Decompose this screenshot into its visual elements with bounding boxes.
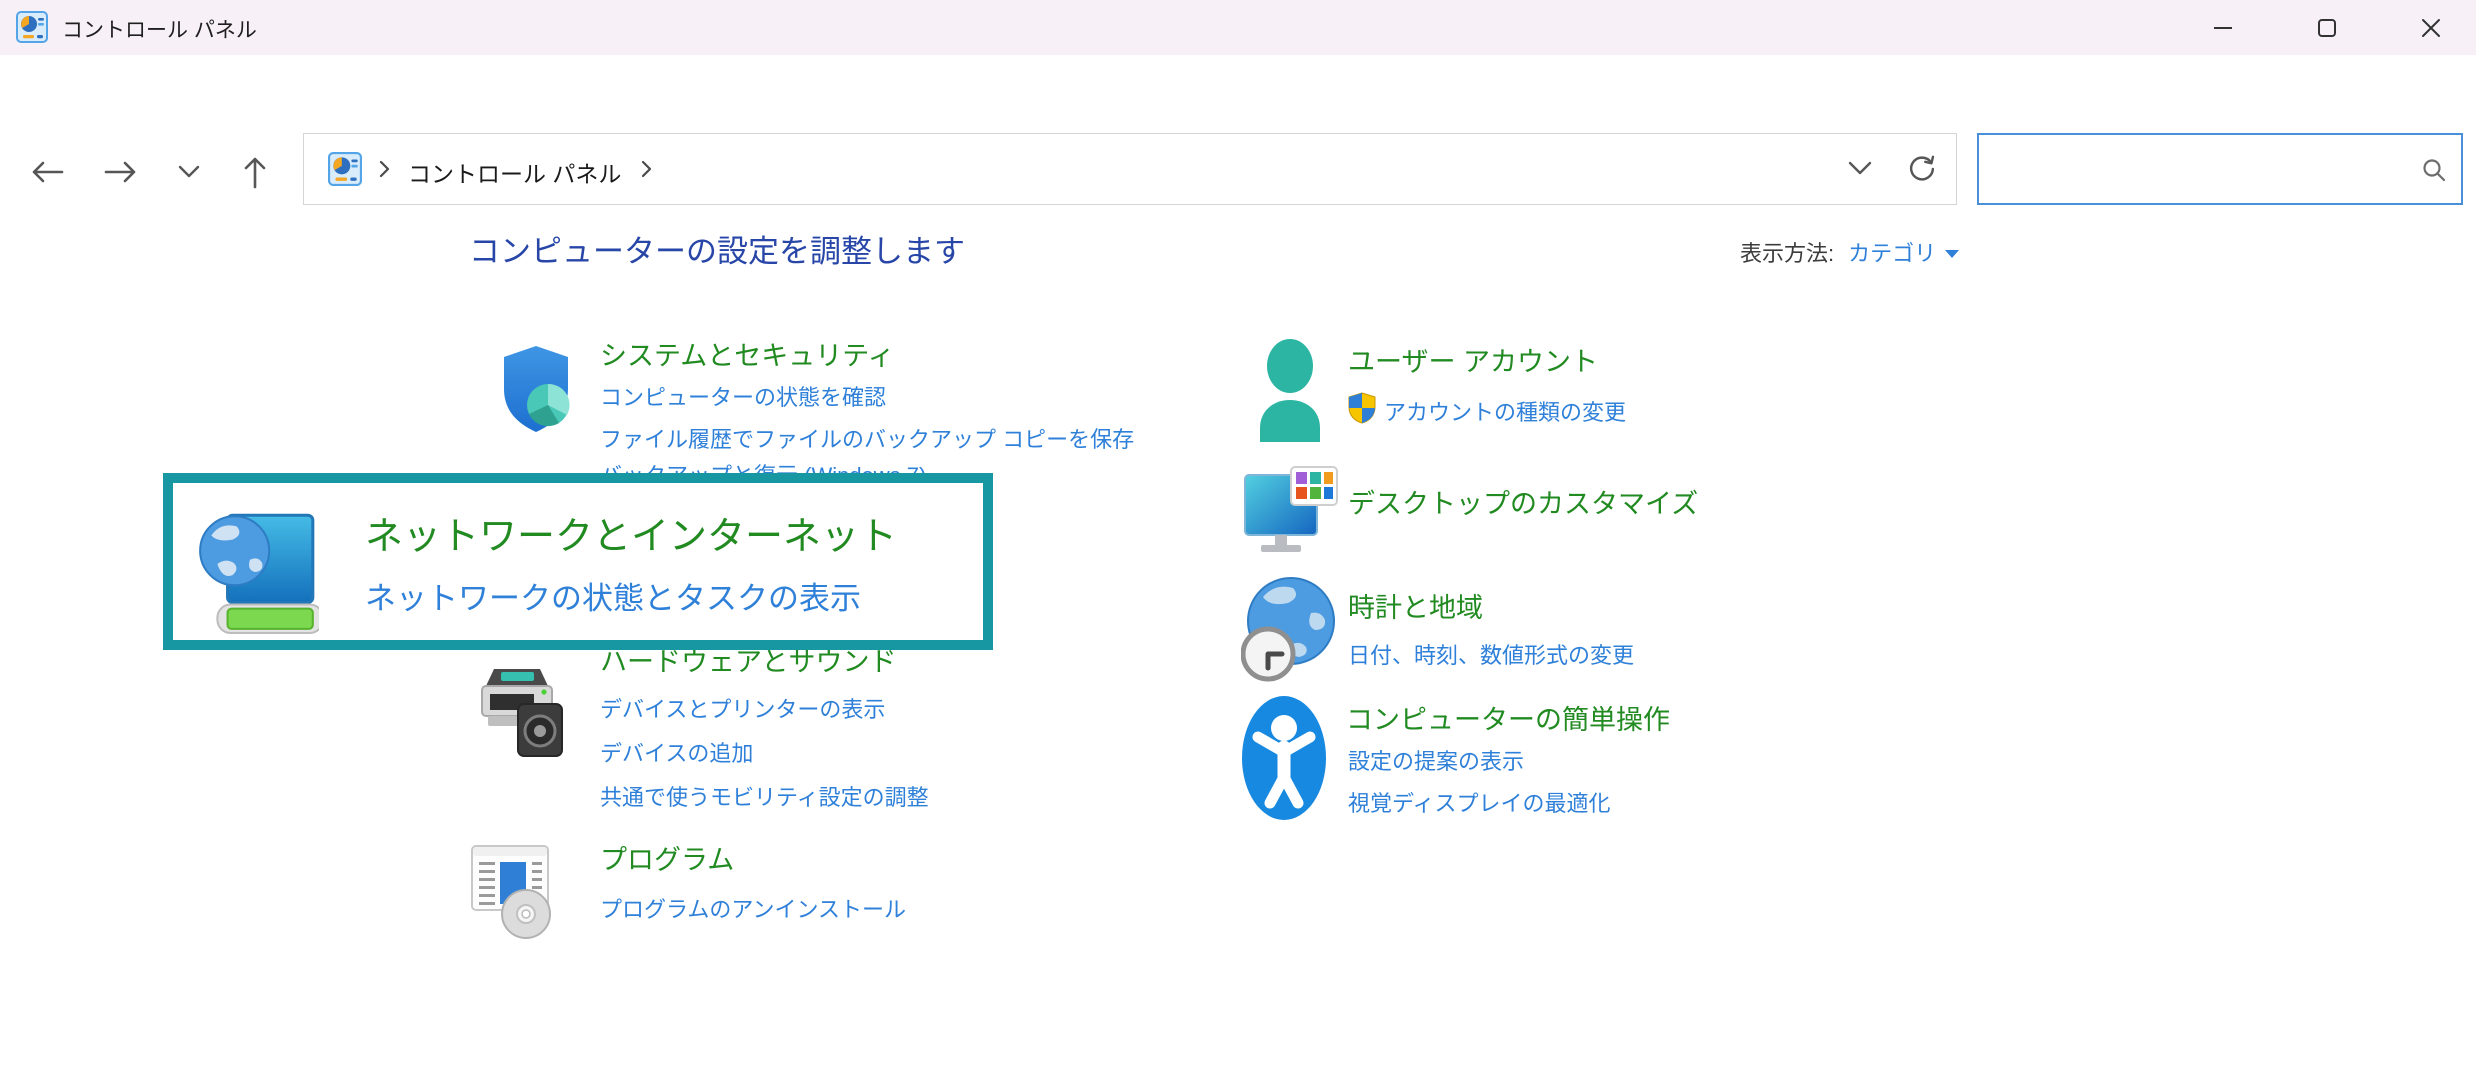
link-change-account-type-label: アカウントの種類の変更 [1384, 395, 1626, 427]
link-change-account-type[interactable]: アカウントの種類の変更 [1348, 392, 1626, 430]
category-user-accounts[interactable]: ユーザー アカウント [1348, 340, 1598, 379]
navigation-toolbar: コントロール パネル [0, 55, 2476, 170]
control-panel-window: コントロール パネル [0, 0, 2476, 1066]
category-clock-region[interactable]: 時計と地域 [1348, 586, 1483, 625]
title-bar: コントロール パネル [0, 0, 2476, 55]
link-check-computer-status[interactable]: コンピューターの状態を確認 [600, 380, 886, 412]
link-optimize-visual-display[interactable]: 視覚ディスプレイの最適化 [1348, 786, 1610, 818]
category-system-security[interactable]: システムとセキュリティ [600, 334, 895, 373]
address-bar[interactable]: コントロール パネル [303, 133, 1957, 205]
clock-globe-icon[interactable] [1241, 575, 1335, 688]
link-view-network-status[interactable]: ネットワークの状態とタスクの表示 [365, 573, 861, 618]
view-by-value: カテゴリ [1848, 236, 1936, 268]
accessibility-icon[interactable] [1241, 695, 1327, 826]
search-icon[interactable] [2421, 157, 2447, 188]
desktop-icon[interactable] [1243, 465, 1339, 566]
dropdown-triangle-icon [1945, 250, 1959, 258]
view-by-dropdown[interactable]: カテゴリ [1848, 236, 1959, 268]
back-button[interactable] [24, 151, 70, 195]
link-add-device[interactable]: デバイスの追加 [600, 736, 753, 768]
search-input[interactable] [1989, 139, 2413, 199]
address-dropdown-button[interactable] [1834, 148, 1886, 190]
forward-button[interactable] [98, 151, 144, 195]
maximize-button[interactable] [2292, 0, 2362, 55]
link-change-date-time-format[interactable]: 日付、時刻、数値形式の変更 [1348, 638, 1634, 670]
recent-locations-button[interactable] [166, 151, 212, 195]
link-uninstall-program[interactable]: プログラムのアンインストール [600, 892, 906, 924]
uac-shield-icon [1348, 392, 1376, 430]
link-suggested-settings[interactable]: 設定の提案の表示 [1348, 744, 1524, 776]
control-panel-icon [16, 11, 48, 43]
refresh-button[interactable] [1896, 148, 1948, 190]
close-button[interactable] [2396, 0, 2466, 55]
close-icon [2420, 17, 2442, 39]
link-file-history-backup[interactable]: ファイル履歴でファイルのバックアップ コピーを保存 [600, 422, 1134, 454]
back-icon [30, 158, 64, 189]
view-by-control: 表示方法: カテゴリ [1740, 236, 1959, 268]
maximize-icon [2316, 17, 2338, 39]
chevron-right-icon[interactable] [640, 160, 652, 183]
highlight-box-network-internet[interactable]: ネットワークとインターネット ネットワークの状態とタスクの表示 [163, 473, 993, 650]
minimize-button[interactable] [2188, 0, 2258, 55]
view-by-label: 表示方法: [1740, 236, 1834, 268]
chevron-down-icon [178, 165, 200, 181]
link-view-devices-printers[interactable]: デバイスとプリンターの表示 [600, 692, 885, 724]
user-icon[interactable] [1255, 338, 1325, 447]
breadcrumb-control-panel[interactable]: コントロール パネル [408, 155, 621, 189]
up-icon [241, 155, 269, 192]
chevron-right-icon[interactable] [378, 160, 390, 183]
page-title: コンピューターの設定を調整します [469, 226, 965, 271]
refresh-icon [1905, 151, 1939, 188]
link-adjust-mobility-settings[interactable]: 共通で使うモビリティ設定の調整 [600, 780, 929, 812]
search-box [1977, 133, 2463, 205]
category-network-internet[interactable]: ネットワークとインターネット [365, 505, 897, 560]
shield-icon[interactable] [500, 344, 572, 439]
control-panel-icon [328, 152, 362, 186]
network-icon [197, 501, 319, 635]
category-programs[interactable]: プログラム [600, 838, 734, 877]
category-desktop-customize[interactable]: デスクトップのカスタマイズ [1348, 482, 1698, 521]
category-ease-of-access[interactable]: コンピューターの簡単操作 [1346, 698, 1670, 737]
printer-speaker-icon[interactable] [474, 662, 566, 763]
minimize-icon [2212, 17, 2234, 39]
up-button[interactable] [232, 151, 278, 195]
window-title: コントロール パネル [62, 14, 257, 44]
forward-icon [104, 158, 138, 189]
chevron-down-icon [1848, 161, 1872, 178]
programs-icon[interactable] [470, 840, 558, 945]
